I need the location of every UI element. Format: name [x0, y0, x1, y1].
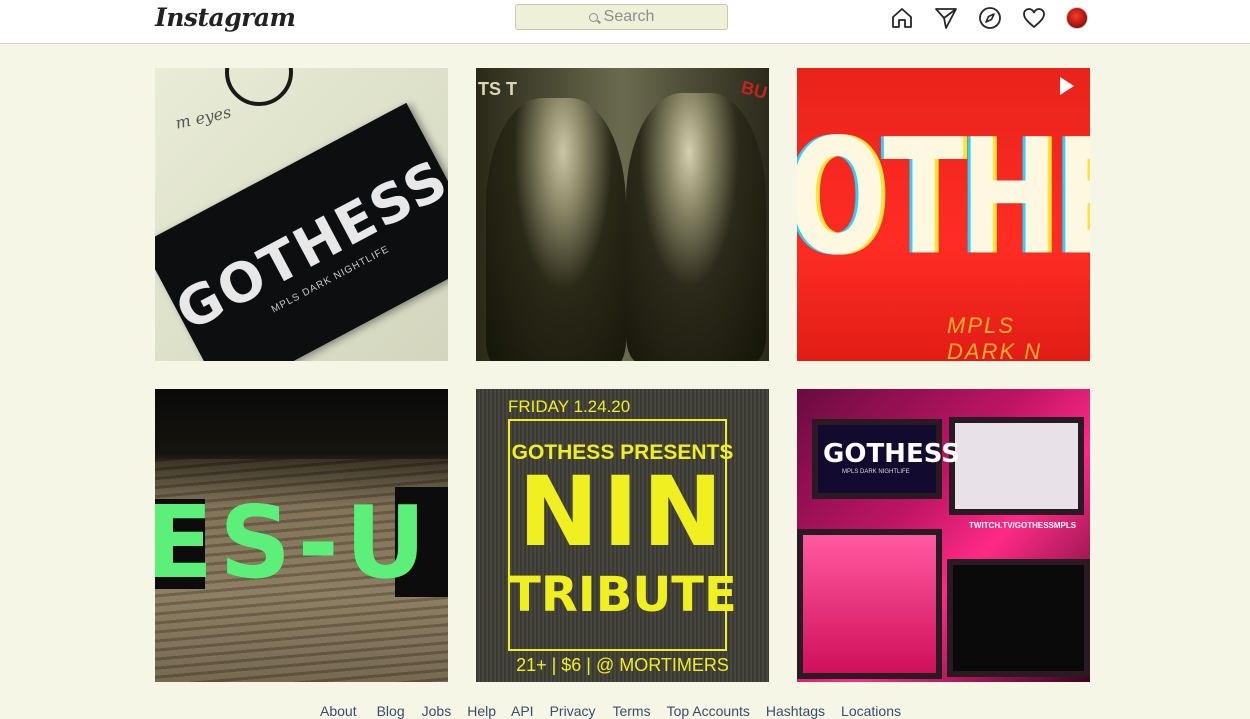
tv-subtitle: MPLS DARK NIGHTLIFE	[842, 469, 910, 475]
tv-screen	[947, 559, 1090, 677]
top-navigation-bar: Instagram Search	[0, 0, 1250, 44]
cutout-letters: ES-U	[155, 484, 433, 601]
footer-link-top-accounts[interactable]: Top Accounts	[667, 703, 750, 719]
footer-link-jobs[interactable]: Jobs	[422, 703, 452, 719]
search-icon	[588, 12, 598, 22]
person-left	[486, 98, 626, 361]
stream-url: TWITCH.TV/GOTHESSMPLS	[969, 521, 1077, 530]
flyer-subline: TRIBUTE	[508, 567, 737, 623]
tv-title: GOTHESS	[823, 439, 960, 469]
tv-screen	[949, 417, 1084, 515]
nav-icons	[890, 6, 1088, 30]
footer-link-hashtags[interactable]: Hashtags	[766, 703, 825, 719]
footer-link-blog[interactable]: Blog	[377, 703, 405, 719]
flyer-footer: 21+ | $6 | @ MORTIMERS	[516, 655, 729, 675]
flyer-headline: NIN	[518, 456, 727, 568]
explore-icon[interactable]	[978, 6, 1002, 30]
home-icon[interactable]	[890, 6, 914, 30]
search-input[interactable]: Search	[515, 4, 728, 30]
event-date: FRIDAY 1.24.20	[508, 397, 631, 416]
business-card: GOTHESS MPLS DARK NIGHTLIFE	[155, 102, 448, 361]
post-thumbnail[interactable]: m eyes GOTHESS MPLS DARK NIGHTLIFE	[155, 68, 448, 361]
footer-link-help[interactable]: Help	[467, 703, 496, 719]
profile-avatar[interactable]	[1066, 7, 1088, 29]
post-thumbnail[interactable]: TS T BU	[476, 68, 769, 361]
necklace-ring	[225, 68, 293, 106]
tv-screen	[797, 529, 942, 679]
activity-heart-icon[interactable]	[1022, 6, 1046, 30]
handwritten-note: m eyes	[173, 102, 233, 133]
post-thumbnail[interactable]: OTHES MPLS DARK N	[797, 68, 1090, 361]
instagram-logo[interactable]: Instagram	[155, 3, 296, 32]
corner-red-text: BU	[738, 76, 769, 104]
footer-link-terms[interactable]: Terms	[612, 703, 650, 719]
post-thumbnail[interactable]: GOTHESS MPLS DARK NIGHTLIFE TWITCH.TV/GO…	[797, 389, 1090, 682]
glitch-subtext: MPLS DARK N	[947, 313, 1043, 361]
search-placeholder: Search	[603, 8, 655, 25]
glitch-text: OTHES	[797, 103, 1090, 291]
footer-link-locations[interactable]: Locations	[841, 703, 901, 719]
person-right	[626, 93, 766, 361]
footer-links: About Blog Jobs Help API Privacy Terms T…	[320, 703, 901, 719]
video-play-icon	[1060, 77, 1074, 95]
footer-link-about[interactable]: About	[320, 703, 357, 719]
direct-icon[interactable]	[934, 6, 958, 30]
footer-link-privacy[interactable]: Privacy	[550, 703, 596, 719]
post-thumbnail[interactable]: FRIDAY 1.24.20 GOTHESS PRESENTS NIN TRIB…	[476, 389, 769, 682]
post-thumbnail[interactable]: ES-U	[155, 389, 448, 682]
card-title: GOTHESS	[165, 146, 448, 343]
corner-text: TS T	[478, 79, 517, 99]
footer-link-api[interactable]: API	[511, 703, 534, 719]
post-grid: m eyes GOTHESS MPLS DARK NIGHTLIFE TS T …	[155, 68, 1090, 682]
